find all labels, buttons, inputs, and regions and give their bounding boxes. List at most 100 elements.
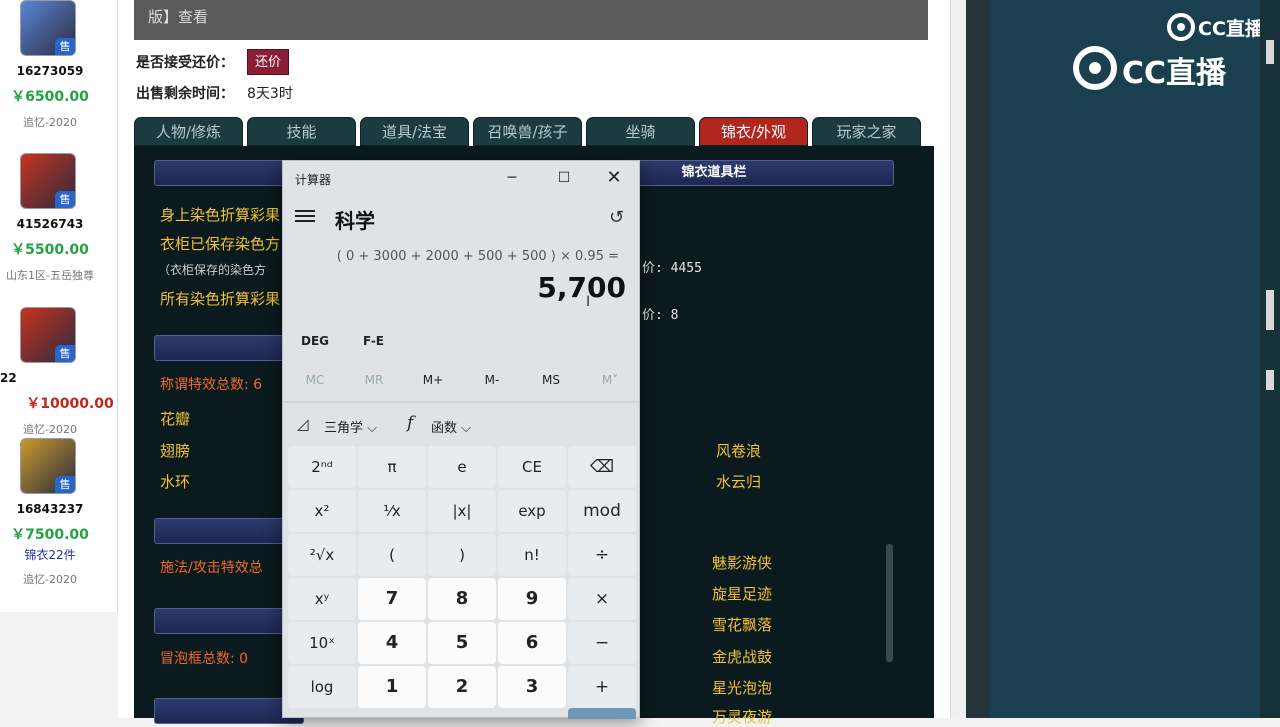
listing-server: 追忆-2020 [23, 573, 77, 586]
angle-unit-button[interactable]: DEG [301, 334, 329, 348]
time-left-label: 出售剩余时间： [136, 86, 234, 102]
calc-key[interactable]: 2ⁿᵈ [288, 446, 356, 488]
trig-icon: ◿ [297, 415, 309, 433]
calc-key[interactable]: 10ˣ [288, 622, 356, 664]
calc-key[interactable]: ²√x [288, 534, 356, 576]
effect-item: 翅膀 [160, 442, 191, 460]
text-cursor-icon: I [586, 294, 591, 310]
sale-badge: 售 [55, 476, 75, 493]
memory-button[interactable]: MS [524, 373, 578, 387]
listing-server: 追忆-2020 [23, 423, 77, 436]
calculator-expression: ( 0 + 3000 + 2000 + 500 + 500 ) × 0.95 = [336, 249, 619, 264]
calc-key[interactable]: 8 [428, 578, 496, 620]
calc-key[interactable]: ) [428, 534, 496, 576]
page-scrollbar[interactable] [950, 0, 966, 718]
time-left-value: 8天3时 [247, 86, 293, 102]
listing-server: 山东1区-五岳独尊 [6, 269, 94, 282]
minimize-icon[interactable]: ─ [489, 161, 535, 195]
calc-key[interactable]: e [428, 446, 496, 488]
listing-price: ￥10000.00 [26, 396, 114, 412]
calc-key[interactable]: 9 [498, 578, 566, 620]
close-icon[interactable]: ✕ [591, 161, 637, 195]
calc-key[interactable]: CE [498, 446, 566, 488]
tab-4[interactable]: 坐骑 [586, 117, 695, 146]
listing-price: ￥6500.00 [11, 89, 89, 105]
skill-effects-label: 施法/攻击特效总 [160, 560, 263, 576]
calc-key[interactable]: π [358, 446, 426, 488]
memory-button[interactable]: M- [465, 373, 519, 387]
tab-5[interactable]: 锦衣/外观 [699, 117, 808, 146]
calc-key[interactable]: log [288, 666, 356, 708]
effect-item: 风卷浪 [716, 442, 762, 460]
listing-server: 追忆-2020 [23, 116, 77, 129]
tab-2[interactable]: 道具/法宝 [360, 117, 469, 146]
calc-key[interactable]: ⌫ [568, 446, 636, 488]
listing-extra: 锦衣22件 [24, 548, 76, 562]
calc-key[interactable]: 3 [498, 666, 566, 708]
listing-id: 41526743 [16, 217, 84, 231]
listing-id: 22 [0, 371, 17, 385]
fe-button[interactable]: F-E [363, 334, 384, 348]
calc-key[interactable]: 5 [428, 622, 496, 664]
memory-button: MR [364, 373, 384, 387]
calc-key[interactable]: x² [288, 490, 356, 532]
effect-item: 水云归 [716, 473, 762, 491]
equals-button[interactable] [568, 708, 636, 719]
function-icon: f [407, 413, 414, 433]
skill-effect-item: 魅影游侠 [712, 554, 773, 572]
listing-id: 16273059 [16, 64, 84, 78]
calc-key[interactable]: mod [568, 490, 636, 532]
calc-key[interactable]: exp [498, 490, 566, 532]
dye-line-3: （衣柜保存的染色方 [158, 263, 267, 277]
calc-key[interactable]: + [568, 666, 636, 708]
calc-key[interactable]: 7 [358, 578, 426, 620]
avatar-red[interactable]: 售 [20, 153, 76, 209]
tab-0[interactable]: 人物/修炼 [134, 117, 243, 146]
history-icon[interactable]: ↺ [609, 207, 624, 228]
top-info-bar: 版】查看 [134, 0, 928, 40]
calc-key[interactable]: 4 [358, 622, 426, 664]
sale-badge: 售 [55, 191, 75, 208]
sale-badge: 售 [55, 38, 75, 55]
tab-6[interactable]: 玩家之家 [812, 117, 921, 146]
avatar-blue[interactable]: 售 [20, 0, 76, 56]
skill-effect-item: 星光泡泡 [712, 679, 773, 697]
dye-line-2: 衣柜已保存染色方 [160, 235, 281, 253]
tab-1[interactable]: 技能 [247, 117, 356, 146]
avatar-gold[interactable]: 售 [20, 438, 76, 494]
calc-key[interactable]: |x| [428, 490, 496, 532]
bubble-frame-count: 冒泡框总数: 0 [160, 651, 249, 667]
skill-effect-item: 金虎战鼓 [712, 648, 773, 666]
calc-key[interactable]: ÷ [568, 534, 636, 576]
cc-logo-big: CC直播 [1070, 42, 1260, 92]
tab-3[interactable]: 召唤兽/孩子 [473, 117, 582, 146]
memory-button[interactable]: M+ [406, 373, 460, 387]
calc-key[interactable]: ( [358, 534, 426, 576]
dye-line-1: 身上染色折算彩果 [160, 206, 281, 224]
dye-value-1: 价: 4455 [642, 261, 702, 276]
calc-key[interactable]: 6 [498, 622, 566, 664]
menu-icon[interactable] [295, 207, 315, 225]
dye-line-4: 所有染色折算彩果 [160, 290, 281, 308]
listing-price: ￥7500.00 [11, 527, 89, 543]
divider-strip [966, 0, 990, 718]
skill-effect-item: 旋星足迹 [712, 585, 773, 603]
cc-logo-small: CC直播 [1166, 12, 1266, 42]
calc-key[interactable]: − [568, 622, 636, 664]
calc-key[interactable]: xʸ [288, 578, 356, 620]
calc-key[interactable]: ¹⁄x [358, 490, 426, 532]
effect-item: 花瓣 [160, 410, 191, 428]
calc-key[interactable]: 2 [428, 666, 496, 708]
calculator-window: 计算器 ─ ☐ ✕ 科学 ↺ ( 0 + 3000 + 2000 + 500 +… [282, 160, 640, 719]
skill-effect-item: 雪花飘落 [712, 616, 773, 634]
function-dropdown[interactable]: 函数 ⌵ [431, 417, 471, 436]
calc-key[interactable]: × [568, 578, 636, 620]
maximize-icon[interactable]: ☐ [541, 161, 587, 195]
counter-offer-button[interactable]: 还价 [247, 49, 289, 75]
panel-scrollbar[interactable] [886, 544, 893, 662]
calc-key[interactable]: n! [498, 534, 566, 576]
trig-dropdown[interactable]: 三角学 ⌵ [324, 417, 377, 436]
calculator-mode: 科学 [335, 209, 375, 233]
avatar-red[interactable]: 售 [20, 307, 76, 363]
calc-key[interactable]: 1 [358, 666, 426, 708]
